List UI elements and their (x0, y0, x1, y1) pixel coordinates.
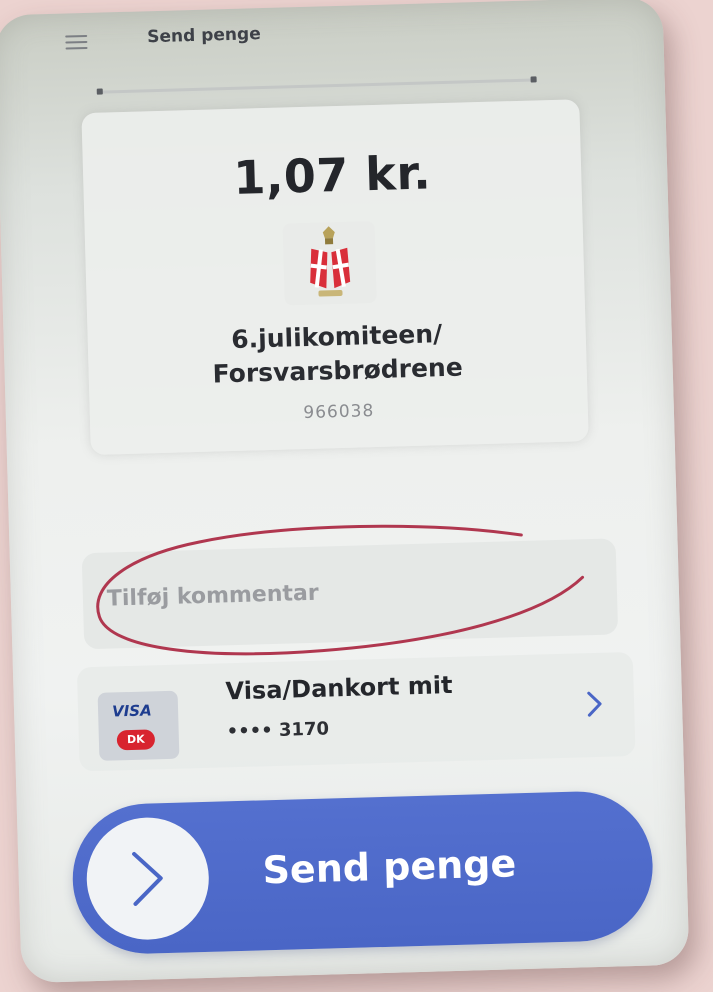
send-money-button[interactable]: Send penge (70, 789, 655, 956)
card-name: Visa/Dankort mit (225, 670, 453, 706)
phone-screen: Send penge 1,07 kr. 6.julikomiteen/ Fors… (0, 0, 690, 984)
comment-placeholder: Tilføj kommentar (106, 580, 320, 612)
page-title: Send penge (147, 24, 261, 48)
send-slider-handle[interactable] (85, 815, 211, 942)
hamburger-menu-icon[interactable] (65, 34, 88, 50)
sheet-divider (96, 78, 537, 94)
recipient-name: 6.julikomiteen/ Forsvarsbrødrene (87, 313, 587, 395)
top-bar: Send penge (0, 0, 664, 79)
dankort-logo: DK (116, 729, 156, 751)
card-logo: VISA DK (97, 690, 180, 761)
recipient-card: 1,07 kr. 6.julikomiteen/ Forsvarsbrødren… (81, 99, 589, 455)
chevron-right-icon[interactable] (584, 689, 607, 720)
card-number: •••• 3170 (226, 718, 330, 743)
recipient-logo (282, 220, 377, 306)
visa-logo: VISA (111, 701, 152, 721)
payment-method-row[interactable]: VISA DK Visa/Dankort mit •••• 3170 (76, 651, 636, 772)
comment-input[interactable]: Tilføj kommentar (81, 538, 619, 650)
chevron-right-icon (132, 851, 163, 906)
amount-display: 1,07 kr. (232, 145, 432, 205)
send-button-label: Send penge (261, 841, 517, 893)
recipient-id: 966038 (303, 401, 375, 424)
danish-flag-crest-icon (310, 226, 351, 297)
